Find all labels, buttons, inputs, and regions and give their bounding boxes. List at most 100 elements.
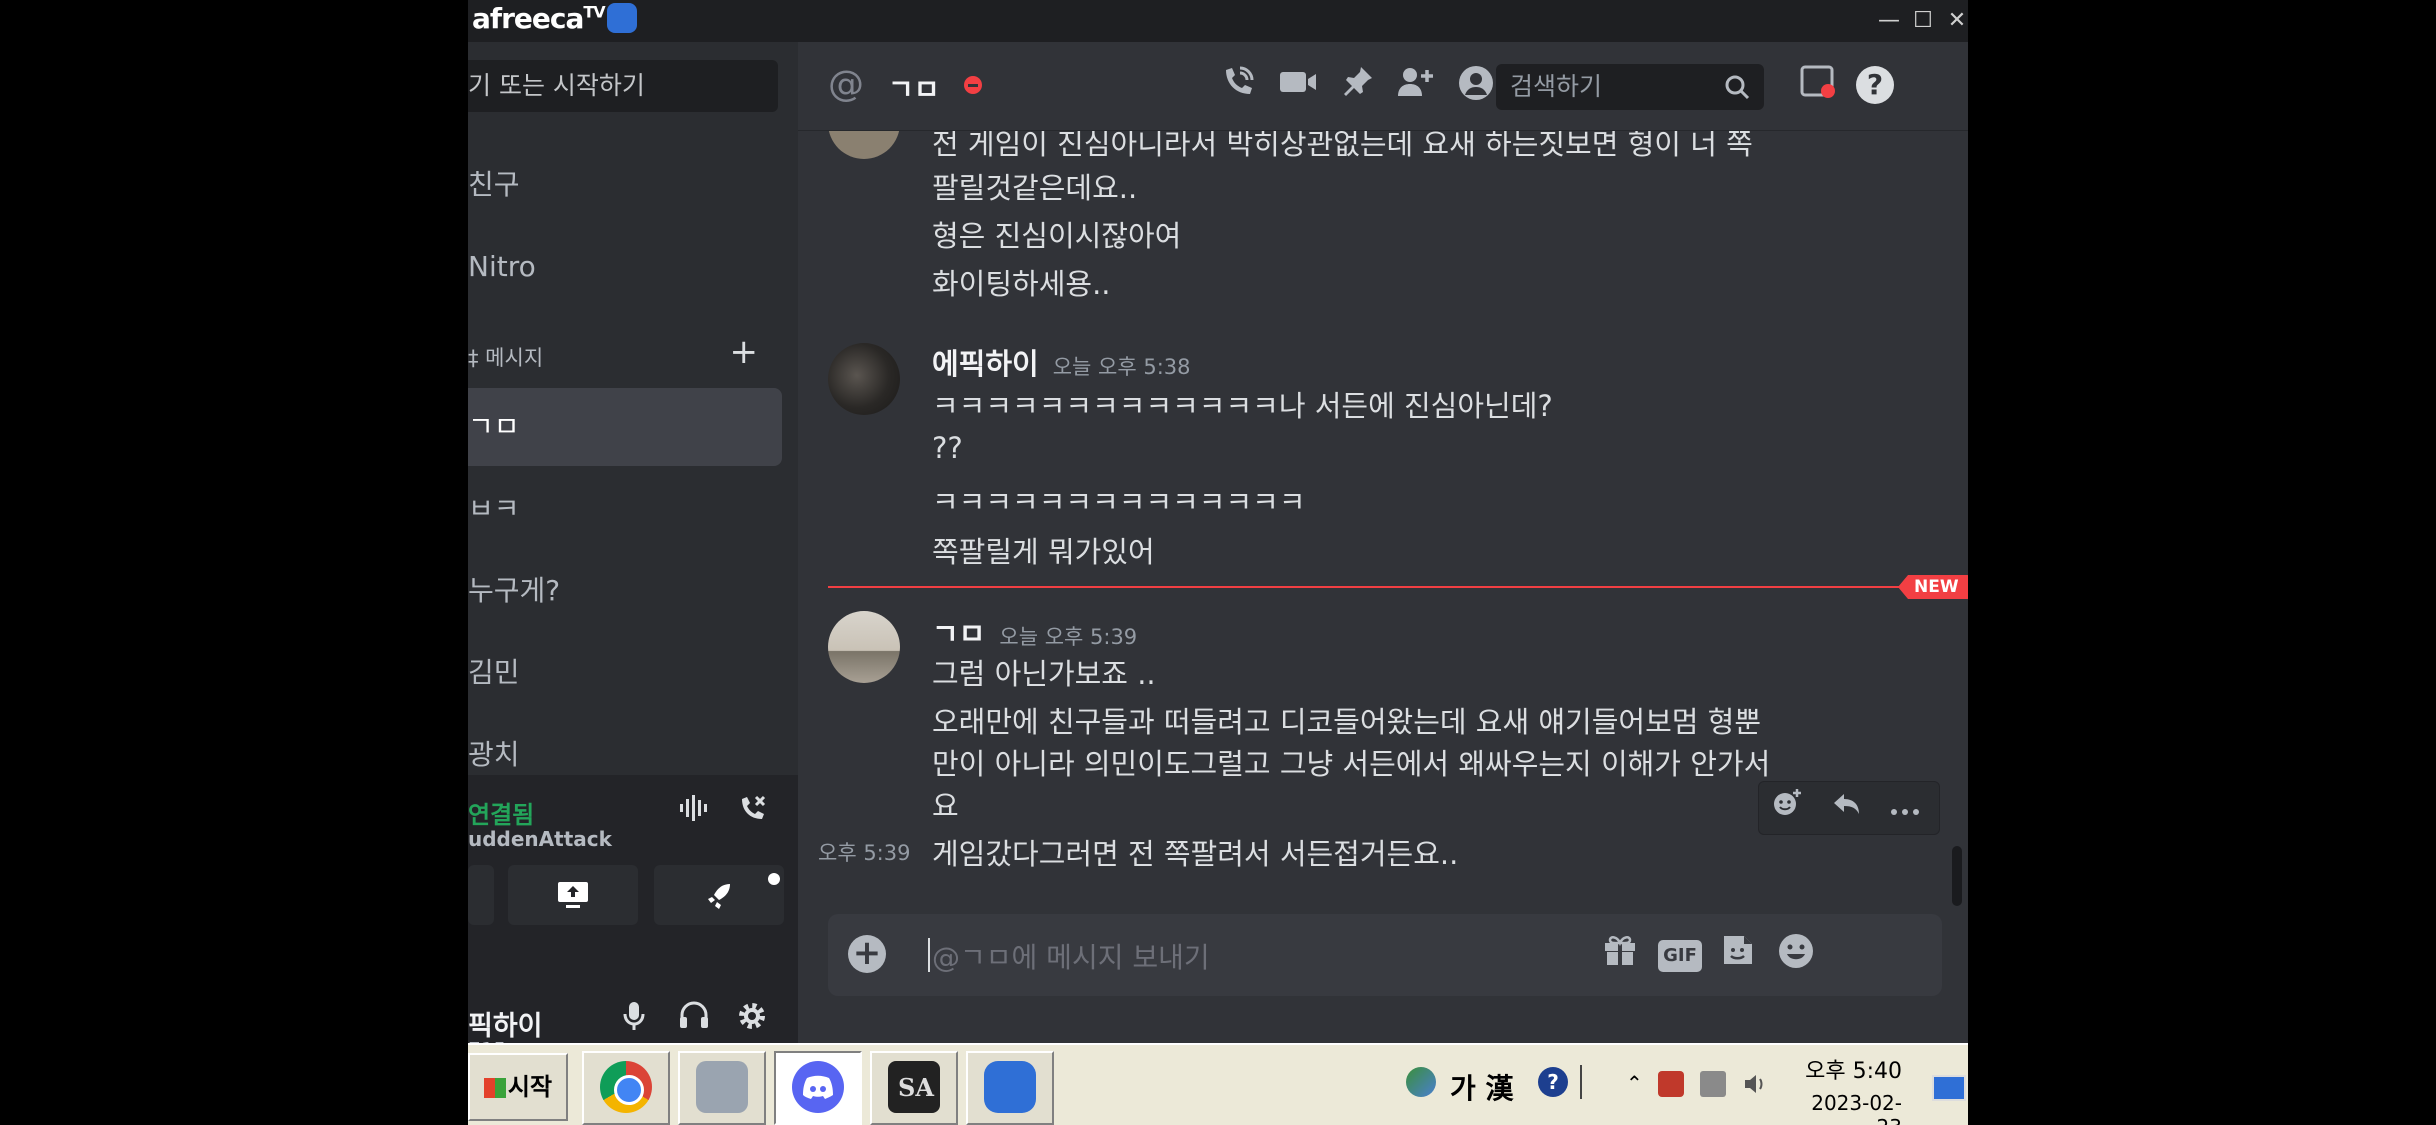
avatar[interactable] xyxy=(828,611,900,683)
help-icon[interactable]: ? xyxy=(1856,66,1894,104)
create-dm-button[interactable]: + xyxy=(730,332,759,372)
sidebar-item-label: Nitro xyxy=(468,250,536,283)
message-line: 만이 아니라 의민이도그럴고 그냥 서든에서 왜싸우는지 이해가 안가서 xyxy=(932,747,1771,781)
message-timestamp: 오늘 오후 5:39 xyxy=(999,625,1138,649)
message-line: 오래만에 친구들과 떠들려고 디코들어왔는데 요새 얘기들어보멈 형뿐 xyxy=(932,705,1762,739)
logo-tv: TV xyxy=(583,2,605,22)
suddenattack-icon: SA xyxy=(888,1061,940,1113)
gift-icon[interactable] xyxy=(1598,932,1642,976)
reply-icon[interactable] xyxy=(1827,788,1867,828)
maximize-button[interactable]: ☐ xyxy=(1906,6,1940,36)
noise-suppression-icon[interactable] xyxy=(674,793,714,833)
tray-volume-icon[interactable] xyxy=(1742,1071,1768,1097)
avatar[interactable] xyxy=(828,131,900,159)
search-placeholder: 검색하기 xyxy=(1510,72,1603,101)
minimize-button[interactable]: — xyxy=(1872,6,1906,36)
dm-item-bk[interactable]: ㅂㅋ xyxy=(468,470,782,548)
message-scrollbar[interactable] xyxy=(1952,846,1962,906)
tray-device-icon[interactable] xyxy=(1700,1071,1726,1097)
message-line: ?? xyxy=(932,431,963,465)
dm-item-label: ㅂㅋ xyxy=(468,492,520,525)
discord-icon xyxy=(792,1061,844,1113)
taskbar-utility[interactable] xyxy=(678,1051,766,1125)
tray-network-error-icon[interactable] xyxy=(1658,1071,1684,1097)
add-reaction-icon[interactable] xyxy=(1767,788,1807,828)
message-line: 화이팅하세용.. xyxy=(932,267,1111,301)
dm-item-gm[interactable]: ㄱㅁ xyxy=(468,388,782,466)
avatar[interactable] xyxy=(828,343,900,415)
add-friends-to-dm-icon[interactable] xyxy=(1394,64,1438,108)
disconnect-icon[interactable] xyxy=(732,793,772,833)
ime-options-icon[interactable] xyxy=(1580,1065,1594,1099)
pinned-messages-icon[interactable] xyxy=(1336,64,1380,108)
ime-indicator[interactable]: 가 漢 xyxy=(1450,1067,1514,1107)
user-profile-icon[interactable] xyxy=(1454,64,1498,108)
upload-plus-button[interactable]: + xyxy=(848,935,886,973)
message-list: 전 게임이 진심아니라서 박히상관없는데 요새 하는짓보면 형이 너 쪽 팔릴것… xyxy=(798,131,1968,911)
channel-title: ㄱㅁ xyxy=(888,73,940,106)
message-line: 형은 진심이시잖아여 xyxy=(932,219,1182,253)
logo-text: afreeca xyxy=(472,2,584,35)
camera-button[interactable] xyxy=(468,865,494,925)
message-actions-toolbar xyxy=(1758,781,1940,835)
activity-indicator-dot xyxy=(768,873,780,885)
author-name: ㄱㅁ xyxy=(932,617,986,651)
message-timestamp: 오늘 오후 5:38 xyxy=(1052,355,1191,379)
ime-help-icon[interactable]: ? xyxy=(1538,1067,1568,1097)
find-conversation-input[interactable]: 기 또는 시작하기 xyxy=(468,60,778,112)
sidebar-item-friends[interactable]: 친구 xyxy=(468,146,782,224)
inbox-icon[interactable] xyxy=(1796,64,1840,108)
activities-button[interactable] xyxy=(654,865,784,925)
voice-call-icon[interactable] xyxy=(1216,64,1260,108)
clock-date: 2023-02-23 xyxy=(1811,1091,1902,1125)
search-input[interactable]: 검색하기 xyxy=(1496,64,1764,110)
language-bar-icon[interactable] xyxy=(1406,1067,1436,1097)
voice-connected-panel: 연결됨 uddenAttack xyxy=(468,775,798,970)
dm-item-kimmin[interactable]: 김민 xyxy=(468,634,782,712)
message-line: 전 게임이 진심아니라서 박히상관없는데 요새 하는짓보면 형이 너 쪽 xyxy=(932,131,1753,161)
dnd-status-icon xyxy=(964,76,982,94)
start-label: 시작 xyxy=(507,1073,553,1101)
taskbar-chrome[interactable] xyxy=(582,1051,670,1125)
taskbar-afreecatv[interactable] xyxy=(966,1051,1054,1125)
dm-sidebar: 기 또는 시작하기 친구 Nitro ‡ 메시지 + ㄱㅁ ㅂㅋ 누구게? 김민… xyxy=(468,42,798,1085)
afreecatv-logo: afreecaTV xyxy=(472,2,637,35)
chrome-icon xyxy=(600,1061,652,1113)
emoji-icon[interactable] xyxy=(1774,932,1818,976)
screen-share-button[interactable] xyxy=(508,865,638,925)
sticker-icon[interactable] xyxy=(1716,932,1760,976)
dm-item-nuguge[interactable]: 누구게? xyxy=(468,552,782,630)
app-window: afreecaTV — ☐ ✕ 기 또는 시작하기 친구 Nitro ‡ 메시지… xyxy=(468,0,1968,1125)
dm-item-label: ㄱㅁ xyxy=(468,410,520,443)
message-composer[interactable]: + @ㄱㅁ에 메시지 보내기 GIF xyxy=(828,914,1942,996)
voice-channel-name[interactable]: uddenAttack xyxy=(468,827,612,851)
message-input[interactable]: @ㄱㅁ에 메시지 보내기 xyxy=(928,936,1210,976)
sidebar-item-nitro[interactable]: Nitro xyxy=(468,228,782,306)
afreecatv-icon xyxy=(984,1061,1036,1113)
show-desktop-icon[interactable] xyxy=(1932,1075,1966,1101)
message-line: 쪽팔릴게 뭐가있어 xyxy=(932,535,1155,569)
close-button[interactable]: ✕ xyxy=(1940,6,1968,36)
settings-gear-icon[interactable] xyxy=(732,1000,772,1040)
tray-expand-icon[interactable]: ⌃ xyxy=(1626,1071,1643,1095)
message-author[interactable]: 에픽하이 오늘 오후 5:38 xyxy=(932,341,1191,383)
message-line: 게임갔다그러면 전 쪽팔려서 서든접거든요.. xyxy=(932,837,1459,871)
video-call-icon[interactable] xyxy=(1276,64,1320,108)
more-options-icon[interactable] xyxy=(1885,788,1925,828)
dm-section-header: ‡ 메시지 + xyxy=(468,332,768,372)
start-button[interactable]: 시작 xyxy=(468,1053,568,1121)
message-line: 팔릴것같은데요.. xyxy=(932,171,1138,205)
message-author[interactable]: ㄱㅁ 오늘 오후 5:39 xyxy=(932,611,1137,653)
new-messages-badge: NEW xyxy=(1898,575,1968,599)
message-line: ㅋㅋㅋㅋㅋㅋㅋㅋㅋㅋㅋㅋㅋ나 서든에 진심아닌데? xyxy=(932,389,1553,423)
gif-picker-button[interactable]: GIF xyxy=(1658,940,1702,972)
taskbar-suddenattack[interactable]: SA xyxy=(870,1051,958,1125)
system-clock[interactable]: 오후 5:40 2023-02-23 xyxy=(1802,1053,1902,1125)
microphone-icon[interactable] xyxy=(614,1000,654,1040)
channel-header: @ ㄱㅁ 검색하기 ? xyxy=(798,42,1968,131)
dm-section-label: ‡ 메시지 xyxy=(468,346,544,370)
clock-time: 오후 5:40 xyxy=(1805,1059,1902,1084)
headphones-icon[interactable] xyxy=(674,1000,714,1040)
taskbar-discord[interactable] xyxy=(774,1051,862,1125)
sidebar-item-label: 친구 xyxy=(468,168,520,201)
